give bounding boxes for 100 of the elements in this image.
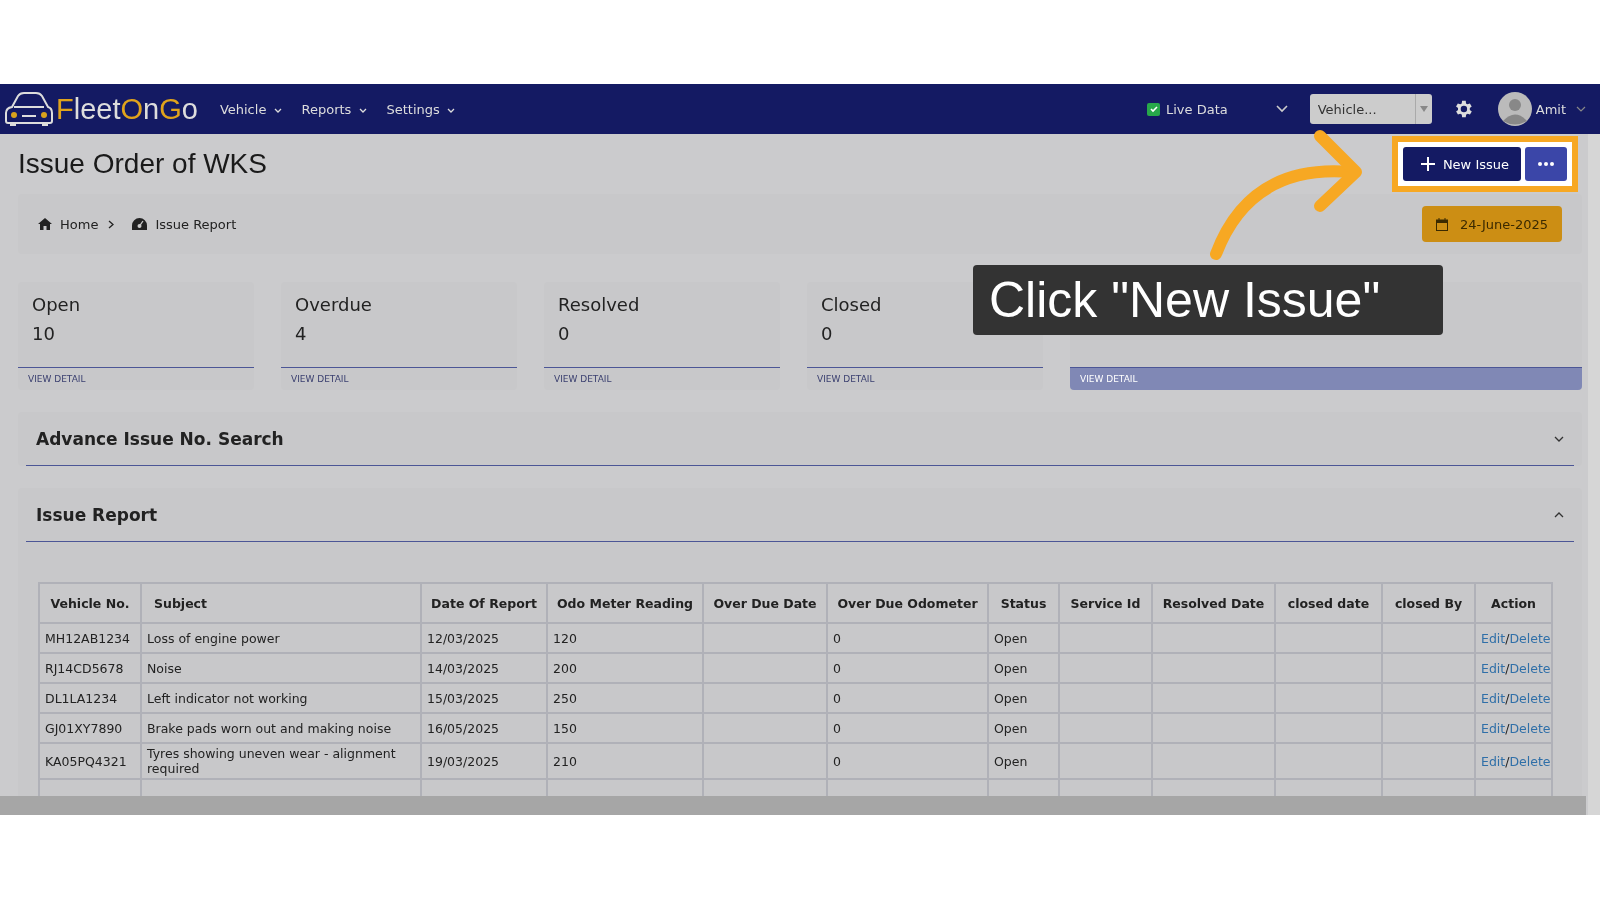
table-cell: DL1LA1234 — [39, 683, 141, 713]
view-detail-link[interactable]: VIEW DETAIL — [544, 368, 780, 390]
table-cell: 12/03/2025 — [421, 623, 547, 653]
table-cell: 16/05/2025 — [421, 713, 547, 743]
chevron-down-icon — [358, 107, 367, 113]
calendar-icon — [1435, 217, 1448, 231]
table-cell: 250 — [547, 683, 703, 713]
date-button[interactable]: 24-June-2025 — [1421, 206, 1562, 242]
card-title: Overdue — [295, 294, 373, 315]
table-cell: 19/03/2025 — [421, 743, 547, 779]
page-title: Issue Order of WKS — [18, 148, 267, 180]
view-detail-link[interactable]: VIEW DETAIL — [807, 368, 1043, 390]
vehicle-select[interactable]: Vehicle... — [1309, 94, 1415, 124]
chevron-right-icon — [108, 219, 115, 229]
table-cell: Open — [988, 683, 1059, 713]
chevron-down-icon — [446, 107, 455, 113]
horizontal-scrollbar[interactable] — [0, 796, 1586, 815]
breadcrumb-current: Issue Report — [155, 216, 237, 232]
column-header: Over Due Odometer — [827, 583, 988, 623]
new-issue-button[interactable]: New Issue — [1402, 147, 1521, 181]
separator: / — [1505, 660, 1510, 676]
card-title: Open — [32, 294, 82, 315]
edit-link[interactable]: Edit — [1481, 630, 1506, 646]
table-cell: Open — [988, 713, 1059, 743]
column-header: Status — [988, 583, 1059, 623]
nav-menu-item[interactable]: Reports — [301, 101, 367, 117]
chevron-up-icon[interactable] — [1554, 511, 1564, 518]
live-data-toggle[interactable]: Live Data — [1147, 101, 1228, 117]
table-cell: 0 — [827, 713, 988, 743]
separator: / — [1505, 720, 1510, 736]
card-count: 4 — [295, 323, 308, 344]
nav-menu-item[interactable]: Vehicle — [219, 101, 282, 117]
table-cell: 14/03/2025 — [421, 653, 547, 683]
chevron-down-icon[interactable] — [1576, 106, 1586, 112]
tooltip: Click "New Issue" — [973, 265, 1443, 335]
section-title: Advance Issue No. Search — [36, 428, 284, 449]
delete-link[interactable]: Delete — [1509, 690, 1551, 706]
card-count: 0 — [558, 323, 571, 344]
chevron-down-icon — [273, 107, 282, 113]
chevron-down-icon[interactable] — [1554, 435, 1564, 442]
view-detail-link[interactable]: VIEW DETAIL — [18, 368, 254, 390]
view-detail-link[interactable]: VIEW DETAIL — [1070, 368, 1582, 390]
nav-menu-item[interactable]: Settings — [386, 101, 455, 117]
breadcrumb-link[interactable]: Home — [60, 216, 99, 232]
brand-logo[interactable]: FleetOnGo — [56, 92, 198, 126]
more-button[interactable] — [1525, 147, 1567, 181]
table-cell: Loss of engine power — [141, 623, 421, 653]
more-icon — [1538, 162, 1554, 166]
table-cell: 150 — [547, 713, 703, 743]
vertical-scrollbar[interactable] — [1588, 134, 1600, 815]
table-cell: RJ14CD5678 — [39, 653, 141, 683]
table-cell: 0 — [827, 623, 988, 653]
column-header: Vehicle No. — [39, 583, 141, 623]
gauge-icon — [132, 218, 148, 230]
delete-link[interactable]: Delete — [1509, 630, 1551, 646]
column-header: Over Due Date — [703, 583, 827, 623]
table-cell: Open — [988, 743, 1059, 779]
section-title: Issue Report — [36, 504, 158, 525]
column-header: closed By — [1382, 583, 1475, 623]
separator: / — [1505, 690, 1510, 706]
avatar-icon[interactable] — [1497, 92, 1532, 126]
table-cell: Brake pads worn out and making noise — [141, 713, 421, 743]
view-detail-link[interactable]: VIEW DETAIL — [281, 368, 517, 390]
delete-link[interactable]: Delete — [1509, 660, 1551, 676]
edit-link[interactable]: Edit — [1481, 690, 1506, 706]
table-cell: MH12AB1234 — [39, 623, 141, 653]
table-cell: 0 — [827, 653, 988, 683]
column-header: closed date — [1275, 583, 1382, 623]
plus-icon — [1420, 157, 1435, 171]
card-count: 10 — [32, 323, 56, 344]
column-header: Subject — [141, 583, 421, 623]
table-cell: 200 — [547, 653, 703, 683]
table-cell: GJ01XY7890 — [39, 713, 141, 743]
delete-link[interactable]: Delete — [1509, 720, 1551, 736]
edit-link[interactable]: Edit — [1481, 753, 1506, 769]
user-name[interactable]: Amit — [1535, 101, 1566, 117]
column-header: Date Of Report — [421, 583, 547, 623]
checkbox[interactable] — [1147, 102, 1160, 116]
table-cell: 120 — [547, 623, 703, 653]
separator: / — [1505, 630, 1510, 646]
table-cell: KA05PQ4321 — [39, 743, 141, 779]
table-cell: Tyres showing uneven wear - alignment required — [141, 743, 421, 779]
table-cell: Left indicator not working — [141, 683, 421, 713]
car-icon — [4, 91, 54, 127]
card-title: Resolved — [558, 294, 641, 315]
edit-link[interactable]: Edit — [1481, 720, 1506, 736]
home-icon — [38, 218, 52, 230]
card-count: 0 — [821, 323, 834, 344]
edit-link[interactable]: Edit — [1481, 660, 1506, 676]
column-header: Service Id — [1059, 583, 1152, 623]
column-header: Resolved Date — [1152, 583, 1275, 623]
column-header: Action — [1475, 583, 1552, 623]
table-cell: 0 — [827, 683, 988, 713]
table-cell: 15/03/2025 — [421, 683, 547, 713]
column-header: Odo Meter Reading — [547, 583, 703, 623]
table-cell: 0 — [827, 743, 988, 779]
separator: / — [1505, 753, 1510, 769]
delete-link[interactable]: Delete — [1509, 753, 1551, 769]
table-cell: Open — [988, 653, 1059, 683]
table-cell: Open — [988, 623, 1059, 653]
